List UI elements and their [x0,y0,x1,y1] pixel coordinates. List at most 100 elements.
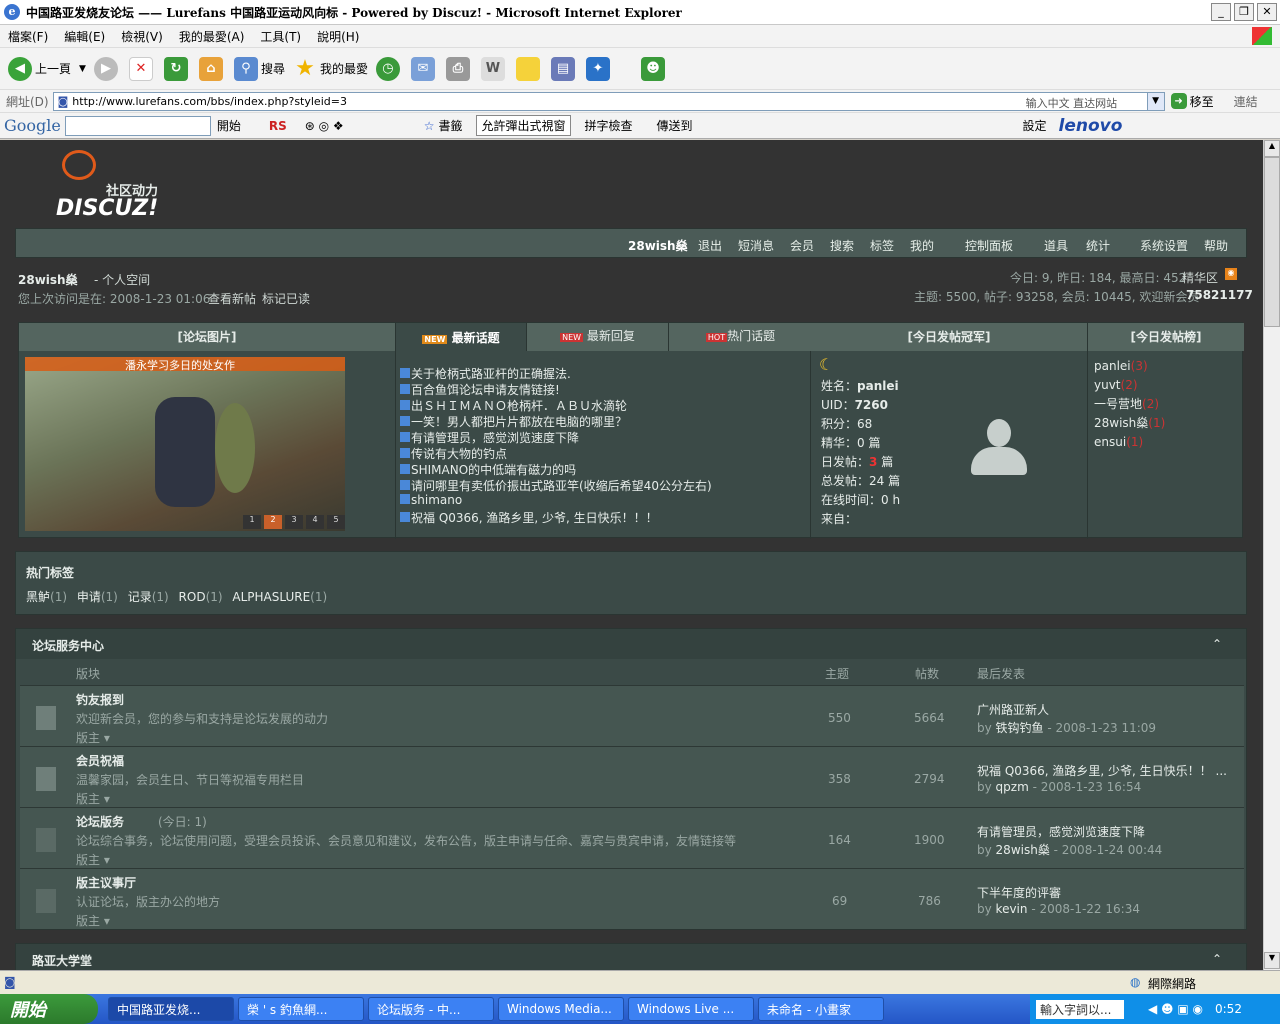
taskbar-item[interactable]: 论坛版务 - 中... [368,997,494,1021]
menu-help[interactable]: 說明(H) [317,28,359,45]
note-button[interactable] [515,56,543,81]
nav-help[interactable]: 帮助 [1204,237,1228,254]
new-posts-link[interactable]: 查看新帖 [208,290,256,307]
spellcheck-button[interactable]: 拼字檢查 [585,117,633,134]
tag-item[interactable]: 申请(1) [77,590,118,604]
collapse-icon[interactable]: ⌃ [1212,637,1222,651]
board-name[interactable]: 钓友报到 [76,691,124,708]
topic-item[interactable]: 百合鱼饵论坛申请友情链接! [400,381,808,397]
research-button[interactable]: ▤ [550,56,578,81]
menu-view[interactable]: 檢視(V) [121,28,163,45]
moderators[interactable]: 版主 ▾ [76,851,110,868]
section-title[interactable]: 论坛服务中心 [32,637,104,654]
tray-search-input[interactable]: 輸入字詞以... [1036,999,1124,1019]
taskbar-item[interactable]: 未命名 - 小畫家 [758,997,884,1021]
history-button[interactable]: ◷ [375,56,403,81]
taskbar-item[interactable]: 中国路亚发烧... [108,997,234,1021]
topic-item[interactable]: shimano [400,493,808,509]
back-button[interactable]: ◀ 上一頁 ▼ [8,56,86,81]
photo-page-5[interactable]: 5 [327,515,345,529]
topic-item[interactable]: 祝福 Q0366, 渔路乡里, 少爷, 生日快乐！！！ [400,509,808,525]
go-button[interactable]: ➜ 移至 [1170,93,1214,110]
search-button[interactable]: ⚲ 搜尋 [233,56,285,81]
address-dropdown[interactable]: ▼ [1146,92,1164,110]
nav-stats[interactable]: 统计 [1086,237,1110,254]
send-to-button[interactable]: 傳送到 [657,117,693,134]
taskbar-item[interactable]: 榮 ' s 釣魚網... [238,997,364,1021]
user-name[interactable]: 28wish燊 [18,271,78,288]
nav-my[interactable]: 我的 [910,237,934,254]
tag-item[interactable]: ALPHASLURE(1) [232,590,327,604]
photo-page-2[interactable]: 2 [264,515,282,529]
topic-item[interactable]: 一笑！男人都把片片都放在电脑的哪里？ [400,413,808,429]
menu-favorites[interactable]: 我的最愛(A) [179,28,245,45]
user-space-link[interactable]: - 个人空间 [94,271,150,288]
settings-button[interactable]: 設定 [1023,117,1047,134]
edit-button[interactable]: W [480,56,508,81]
collapse-icon[interactable]: ⌃ [1212,952,1222,966]
scroll-down-button[interactable]: ▼ [1264,952,1280,969]
forward-button[interactable]: ▶ [93,56,121,81]
minimize-button[interactable]: _ [1211,3,1231,21]
last-post-user[interactable]: 28wish燊 [996,843,1050,857]
nav-username[interactable]: 28wish燊 [628,237,688,254]
start-button[interactable]: 開始 [0,994,98,1024]
menu-tools[interactable]: 工具(T) [260,28,301,45]
photo-page-1[interactable]: 1 [243,515,261,529]
photo-page-3[interactable]: 3 [285,515,303,529]
last-post-link[interactable]: 祝福 Q0366, 渔路乡里, 少爷, 生日快乐！！ ... [977,762,1227,779]
stop-button[interactable]: ✕ [128,56,156,81]
tab-hot-topics[interactable]: HOT 热门话题 [668,323,812,351]
rss-icon[interactable]: ◉ [1225,268,1237,280]
home-button[interactable]: ⌂ [198,56,226,81]
chevron-down-icon[interactable]: ▼ [79,64,86,74]
moderators[interactable]: 版主 ▾ [76,729,110,746]
moderators[interactable]: 版主 ▾ [76,790,110,807]
topic-item[interactable]: SHIMANO的中低端有磁力的吗 [400,461,808,477]
menu-file[interactable]: 檔案(F) [8,28,48,45]
favorites-button[interactable]: ★ 我的最愛 [293,56,368,81]
close-button[interactable]: ✕ [1257,3,1277,21]
forum-photo[interactable]: 潘永学习多日的处女作 1 2 3 4 5 [25,357,345,531]
rank-item[interactable]: 28wish燊(1) [1094,414,1244,433]
print-button[interactable]: ⎙ [445,56,473,81]
nav-logout[interactable]: 退出 [698,237,722,254]
google-start-button[interactable]: 開始 [217,117,241,134]
popup-blocker-button[interactable]: 允許彈出式視窗 [476,115,571,136]
nav-members[interactable]: 会员 [790,237,814,254]
board-name[interactable]: 论坛版务 [76,813,124,830]
topic-item[interactable]: 有请管理员，感觉浏览速度下降 [400,429,808,445]
moderators[interactable]: 版主 ▾ [76,912,110,929]
rank-item[interactable]: panlei(3) [1094,357,1244,376]
scroll-up-button[interactable]: ▲ [1264,140,1280,157]
last-post-link[interactable]: 有请管理员，感觉浏览速度下降 [977,823,1145,840]
board-name[interactable]: 版主议事厅 [76,874,136,891]
mail-button[interactable]: ✉ [410,56,438,81]
tab-new-replies[interactable]: NEW 最新回复 [526,323,668,351]
google-search-input[interactable] [64,115,211,136]
last-post-link[interactable]: 广州路亚新人 [977,701,1049,718]
refresh-button[interactable]: ↻ [163,56,191,81]
tag-item[interactable]: 记录(1) [128,590,169,604]
nav-control-panel[interactable]: 控制面板 [965,237,1013,254]
tag-item[interactable]: 黑鲈(1) [26,590,67,604]
taskbar-item[interactable]: Windows Live ... [628,997,754,1021]
rank-item[interactable]: yuvt(2) [1094,376,1244,395]
last-post-link[interactable]: 下半年度的评審 [977,884,1061,901]
tag-item[interactable]: ROD(1) [179,590,223,604]
messenger-button[interactable]: ✦ [585,56,613,81]
nav-tags[interactable]: 标签 [870,237,894,254]
nav-search[interactable]: 搜索 [830,237,854,254]
topic-item[interactable]: 传说有大物的钓点 [400,445,808,461]
links-label[interactable]: 連結 [1234,93,1258,110]
taskbar-item[interactable]: Windows Media... [498,997,624,1021]
topic-item[interactable]: 请问哪里有卖低价振出式路亚竿(收缩后希望40公分左右) [400,477,808,493]
address-input[interactable]: ◙ http://www.lurefans.com/bbs/index.php?… [52,91,1165,111]
topic-item[interactable]: 出ＳＨＩＭＡＮＯ枪柄杆．ＡＢＵ水滴轮 [400,397,808,413]
mark-read-link[interactable]: 标记已读 [262,290,310,307]
rank-item[interactable]: ensui(1) [1094,433,1244,452]
scroll-thumb[interactable] [1264,157,1280,327]
vertical-scrollbar[interactable]: ▲ ▼ [1263,140,1280,970]
topic-item[interactable]: 关于枪柄式路亚杆的正确握法. [400,365,808,381]
msn-button[interactable]: ☻ [640,56,668,81]
